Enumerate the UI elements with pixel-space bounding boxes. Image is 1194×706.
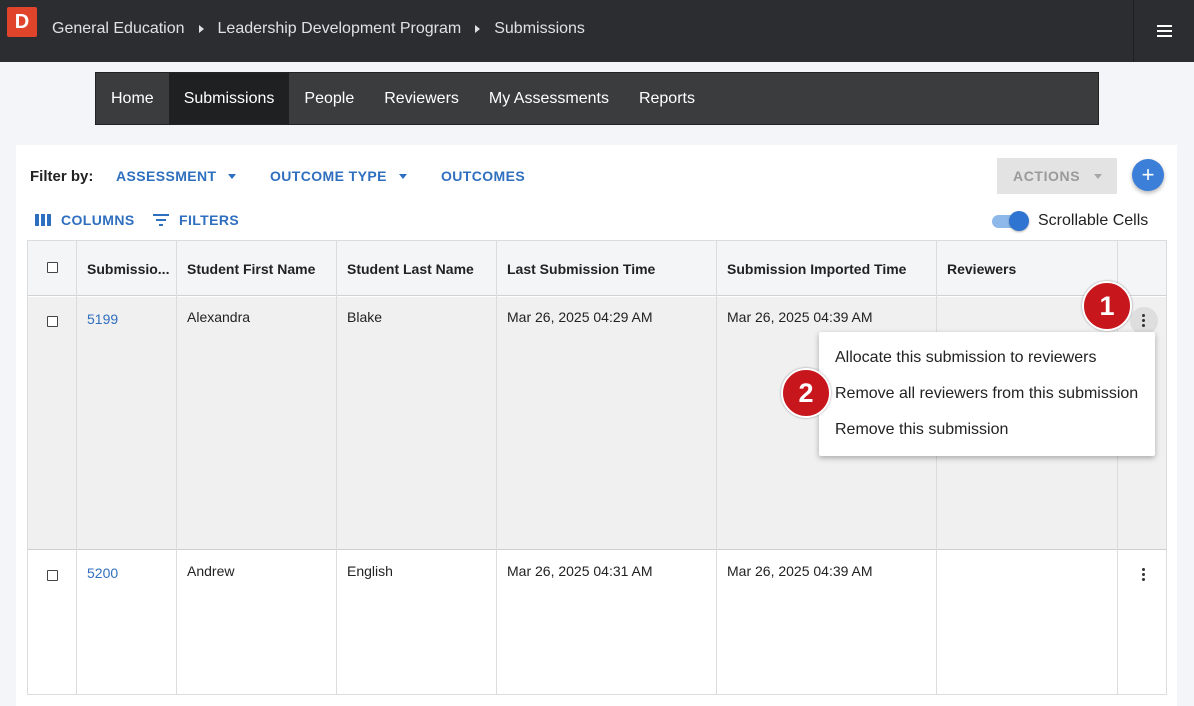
outcomes-filter-button[interactable]: OUTCOMES [441, 168, 525, 184]
nav-item-submissions[interactable]: Submissions [168, 73, 290, 124]
filters-button[interactable]: FILTERS [153, 212, 239, 228]
filter-label: Filter by: [30, 168, 94, 185]
add-submission-button[interactable]: + [1132, 159, 1164, 191]
filter-icon [153, 214, 169, 226]
actions-button[interactable]: ACTIONS [997, 158, 1117, 194]
breadcrumb-item-current: Submissions [494, 20, 585, 37]
nav-item-home[interactable]: Home [96, 73, 169, 124]
column-divider [77, 241, 177, 694]
more-vertical-icon[interactable] [1142, 568, 1145, 581]
step-callout-2: 2 [781, 368, 831, 418]
row-checkbox[interactable] [47, 570, 58, 581]
breadcrumb-item[interactable]: Leadership Development Program [218, 20, 462, 38]
scrollable-cells-label: Scrollable Cells [1038, 212, 1149, 229]
header-imported-time[interactable]: Submission Imported Time [727, 261, 906, 277]
columns-label: COLUMNS [61, 212, 135, 228]
row-checkbox[interactable] [47, 316, 58, 327]
outcomes-filter-label: OUTCOMES [441, 168, 526, 184]
student-first-name: Alexandra [187, 309, 251, 325]
outcome-type-filter-label: OUTCOME TYPE [270, 168, 387, 184]
select-all-checkbox[interactable] [47, 262, 58, 273]
submission-id-link[interactable]: 5199 [87, 311, 118, 327]
header-last-name[interactable]: Student Last Name [347, 261, 474, 277]
header-submission-id[interactable]: Submissio... [87, 261, 169, 277]
nav-item-reviewers[interactable]: Reviewers [369, 73, 474, 124]
last-submission-time: Mar 26, 2025 04:31 AM [507, 563, 653, 579]
columns-icon [35, 214, 51, 226]
scrollable-cells-toggle[interactable] [992, 211, 1030, 231]
filters-label: FILTERS [179, 212, 240, 228]
step-callout-1: 1 [1082, 281, 1132, 331]
breadcrumb: General Education Leadership Development… [52, 20, 585, 38]
header-last-submission-time[interactable]: Last Submission Time [507, 261, 655, 277]
breadcrumb-item[interactable]: General Education [52, 20, 185, 38]
imported-time: Mar 26, 2025 04:39 AM [727, 563, 873, 579]
student-last-name: Blake [347, 309, 383, 325]
last-submission-time: Mar 26, 2025 04:29 AM [507, 309, 653, 325]
chevron-right-icon [475, 25, 481, 33]
header-first-name[interactable]: Student First Name [187, 261, 315, 277]
header-reviewers[interactable]: Reviewers [947, 261, 1016, 277]
hamburger-menu-icon[interactable] [1133, 0, 1194, 62]
menu-item-remove-submission[interactable]: Remove this submission [835, 421, 1008, 439]
caret-down-icon [1094, 173, 1103, 179]
chevron-right-icon [198, 25, 204, 33]
assessment-filter-label: ASSESSMENT [116, 168, 217, 184]
student-last-name: English [347, 563, 393, 579]
caret-down-icon [398, 173, 407, 179]
nav-item-people[interactable]: People [289, 73, 369, 124]
actions-label: ACTIONS [1013, 168, 1081, 184]
nav-item-my-assessments[interactable]: My Assessments [474, 73, 624, 124]
student-first-name: Andrew [187, 563, 235, 579]
submissions-table: Submissio... Student First Name Student … [27, 240, 1167, 695]
caret-down-icon [228, 173, 237, 179]
top-bar: D General Education Leadership Developme… [0, 0, 1194, 62]
row-actions-menu: Allocate this submission to reviewers Re… [819, 332, 1155, 456]
submission-id-link[interactable]: 5200 [87, 565, 118, 581]
more-vertical-icon[interactable] [1142, 314, 1145, 327]
menu-item-allocate-reviewers[interactable]: Allocate this submission to reviewers [835, 349, 1096, 367]
imported-time: Mar 26, 2025 04:39 AM [727, 309, 873, 325]
menu-item-remove-all-reviewers[interactable]: Remove all reviewers from this submissio… [835, 385, 1138, 403]
column-divider [28, 241, 77, 694]
columns-button[interactable]: COLUMNS [35, 212, 135, 228]
outcome-type-filter-button[interactable]: OUTCOME TYPE [270, 168, 407, 184]
app-logo[interactable]: D [7, 7, 37, 37]
main-nav: Home Submissions People Reviewers My Ass… [95, 72, 1099, 125]
nav-item-reports[interactable]: Reports [624, 73, 710, 124]
assessment-filter-button[interactable]: ASSESSMENT [116, 168, 237, 184]
